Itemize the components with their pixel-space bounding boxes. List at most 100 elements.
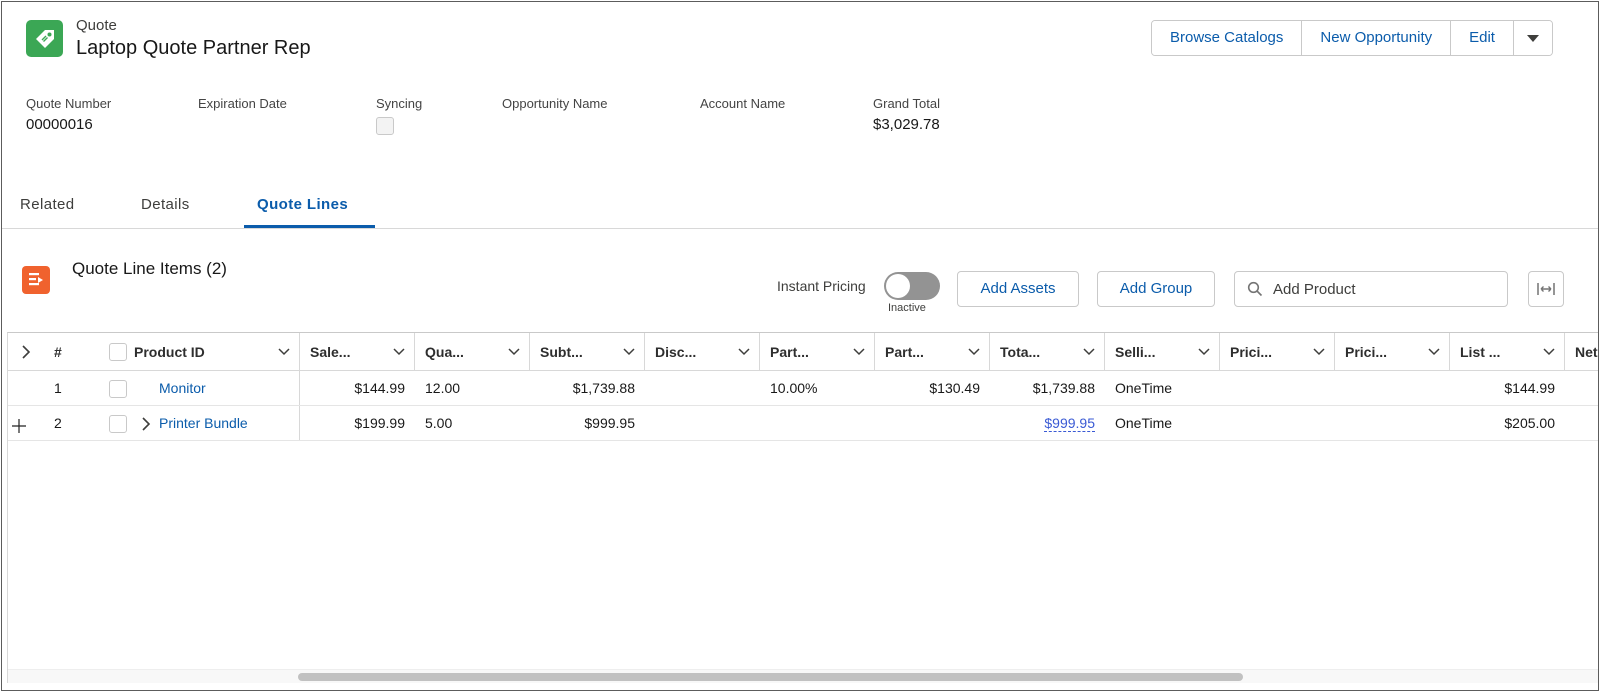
chevron-down-icon[interactable] [968,348,980,356]
column-header-product-id[interactable]: Product ID [124,333,300,370]
column-header-total[interactable]: Tota... [990,333,1105,370]
column-header-label: Disc... [655,344,697,360]
chevron-right-icon[interactable] [141,417,151,431]
quantity-cell[interactable]: 5.00 [415,406,530,440]
subtotal-cell: $1,739.88 [572,380,635,396]
add-product-input[interactable] [1271,274,1501,304]
record-tabs: Related Details Quote Lines [2,190,1598,229]
table-row: 2 Printer Bundle $199.99 5.00 $999.95 $9… [8,406,1598,441]
caret-down-icon [1526,35,1539,42]
column-resize-icon [1537,283,1555,295]
column-header-discount[interactable]: Disc... [645,333,760,370]
column-header-number: # [54,344,62,360]
column-header-label: Qua... [425,344,464,360]
chevron-down-icon[interactable] [738,348,750,356]
partner-discount-cell[interactable] [760,406,875,440]
quote-lines-grid: # Product ID Sale... Qua... Subt... Disc… [7,332,1598,683]
add-product-search[interactable] [1234,271,1508,307]
highlight-opportunity-name: Opportunity Name [502,96,608,111]
sales-price-cell[interactable]: $144.99 [300,371,415,405]
column-header-list-price[interactable]: List ... [1450,333,1565,370]
header-button-group: Browse Catalogs New Opportunity Edit [1151,20,1553,56]
selling-model-cell: OneTime [1115,380,1173,396]
product-cell: Monitor [124,371,300,405]
more-actions-button[interactable] [1513,21,1552,55]
subtotal-cell: $999.95 [584,415,635,431]
highlight-quote-number: Quote Number 00000016 [26,96,111,133]
product-link[interactable]: Monitor [159,380,206,396]
partner-discount-cell[interactable]: 10.00% [760,371,875,405]
new-opportunity-button[interactable]: New Opportunity [1302,21,1452,55]
grand-total-label: Grand Total [873,96,940,111]
column-header-sales-price[interactable]: Sale... [300,333,415,370]
chevron-right-icon [22,345,31,359]
active-tab-indicator [244,225,375,228]
discount-cell[interactable] [645,406,760,440]
quote-record-page: Quote Laptop Quote Partner Rep Browse Ca… [1,1,1599,691]
column-header-label: Subt... [540,344,583,360]
quantity-cell[interactable]: 12.00 [415,371,530,405]
fit-columns-button[interactable] [1528,271,1564,307]
instant-pricing-label: Instant Pricing [777,278,866,294]
quote-number-label: Quote Number [26,96,112,111]
column-header-pricing-2[interactable]: Prici... [1335,333,1450,370]
syncing-label: Syncing [376,96,423,111]
column-header-label: Prici... [1345,344,1388,360]
browse-catalogs-button[interactable]: Browse Catalogs [1152,21,1303,55]
grand-total-value: $3,029.78 [873,116,940,133]
quote-line-items-icon [22,266,50,294]
partner-price-cell: $130.49 [929,380,980,396]
chevron-down-icon[interactable] [393,348,405,356]
column-header-pricing-1[interactable]: Prici... [1220,333,1335,370]
chevron-down-icon[interactable] [1313,348,1325,356]
chevron-down-icon[interactable] [1543,348,1555,356]
discount-cell[interactable] [645,371,760,405]
product-cell: Printer Bundle [124,406,300,440]
column-header-subtotal[interactable]: Subt... [530,333,645,370]
column-header-label: Sale... [310,344,351,360]
list-price-cell: $205.00 [1504,415,1555,431]
total-link[interactable]: $999.95 [1044,415,1095,432]
sales-price-cell[interactable]: $199.99 [300,406,415,440]
total-cell: $1,739.88 [1032,380,1095,396]
add-group-button[interactable]: Add Group [1097,271,1215,307]
tab-quote-lines[interactable]: Quote Lines [257,196,348,213]
highlight-syncing: Syncing [376,96,422,135]
column-header-label: Selli... [1115,344,1156,360]
chevron-down-icon[interactable] [508,348,520,356]
tab-details[interactable]: Details [141,196,190,213]
chevron-down-icon[interactable] [1198,348,1210,356]
column-header-label: Part... [770,344,809,360]
edit-button[interactable]: Edit [1451,21,1514,55]
list-price-cell: $144.99 [1504,380,1555,396]
horizontal-scrollbar[interactable] [8,669,1598,683]
scrollbar-thumb[interactable] [298,673,1243,681]
chevron-down-icon[interactable] [1083,348,1095,356]
total-cell: $999.95 [990,406,1105,440]
column-header-partner-discount[interactable]: Part... [760,333,875,370]
chevron-down-icon[interactable] [623,348,635,356]
product-link[interactable]: Printer Bundle [159,415,248,431]
chevron-down-icon[interactable] [278,348,290,356]
chevron-down-icon[interactable] [1428,348,1440,356]
column-header-label: Product ID [134,344,205,360]
add-assets-button[interactable]: Add Assets [957,271,1079,307]
section-title: Quote Line Items (2) [72,259,227,278]
expiration-date-label: Expiration Date [198,96,287,111]
row-number: 2 [54,415,62,431]
expand-all-toggle[interactable] [8,333,44,370]
cursor-crosshair-icon [12,419,26,433]
account-name-label: Account Name [700,96,786,111]
tab-related[interactable]: Related [20,196,75,213]
column-header-partner-price[interactable]: Part... [875,333,990,370]
highlight-expiration-date: Expiration Date [198,96,287,111]
instant-pricing-toggle[interactable] [884,272,940,300]
column-header-quantity[interactable]: Qua... [415,333,530,370]
chevron-down-icon[interactable] [853,348,865,356]
column-header-net[interactable]: Net [1565,333,1598,370]
table-row: 1 Monitor $144.99 12.00 $1,739.88 10.00%… [8,371,1598,406]
column-header-selling-model[interactable]: Selli... [1105,333,1220,370]
highlight-grand-total: Grand Total $3,029.78 [873,96,940,133]
column-header-label: Tota... [1000,344,1041,360]
toggle-knob [886,274,910,298]
